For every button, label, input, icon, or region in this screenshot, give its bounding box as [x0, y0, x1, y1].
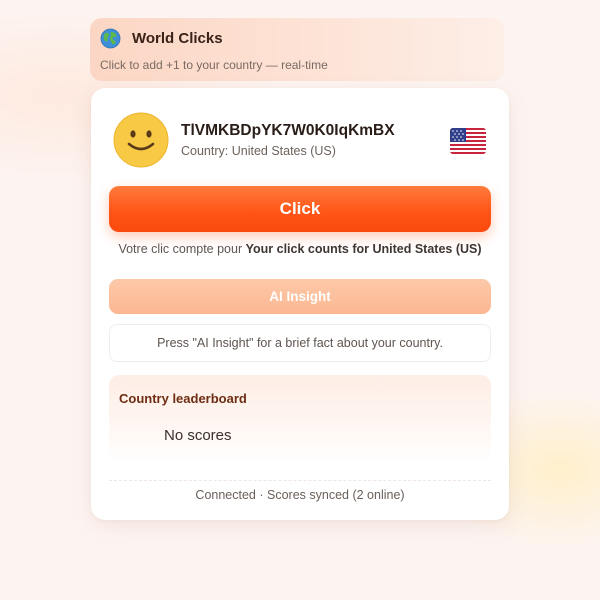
leaderboard-title: Country leaderboard — [119, 391, 247, 406]
divider — [109, 480, 491, 481]
globe-icon — [100, 28, 121, 49]
fact-text: Press "AI Insight" for a brief fact abou… — [157, 336, 443, 350]
ai-insight-button[interactable]: AI Insight — [109, 279, 491, 314]
click-note-prefix: Votre clic compte pour — [118, 242, 243, 256]
fact-box: Press "AI Insight" for a brief fact abou… — [109, 324, 491, 362]
app-header: World Clicks Click to add +1 to your cou… — [90, 18, 504, 81]
leaderboard-panel: Country leaderboard No scores — [109, 375, 491, 463]
smiley-face-icon — [113, 112, 169, 168]
leaderboard-empty-text: No scores — [164, 427, 232, 444]
app-title: World Clicks — [132, 30, 223, 47]
app-subtitle: Click to add +1 to your country — real-t… — [100, 58, 328, 72]
us-flag-icon — [450, 128, 486, 154]
click-button[interactable]: Click — [109, 186, 491, 232]
main-card: TlVMKBDpYK7W0K0IqKmBX Country: United St… — [91, 88, 509, 520]
click-note-country: Your click counts for United States (US) — [245, 242, 482, 256]
country-label: Country: United States (US) — [181, 144, 336, 158]
username: TlVMKBDpYK7W0K0IqKmBX — [181, 122, 395, 139]
click-count-note: Votre clic compte pour Your click counts… — [91, 242, 509, 256]
connection-status: Connected · Scores synced (2 online) — [195, 488, 405, 502]
